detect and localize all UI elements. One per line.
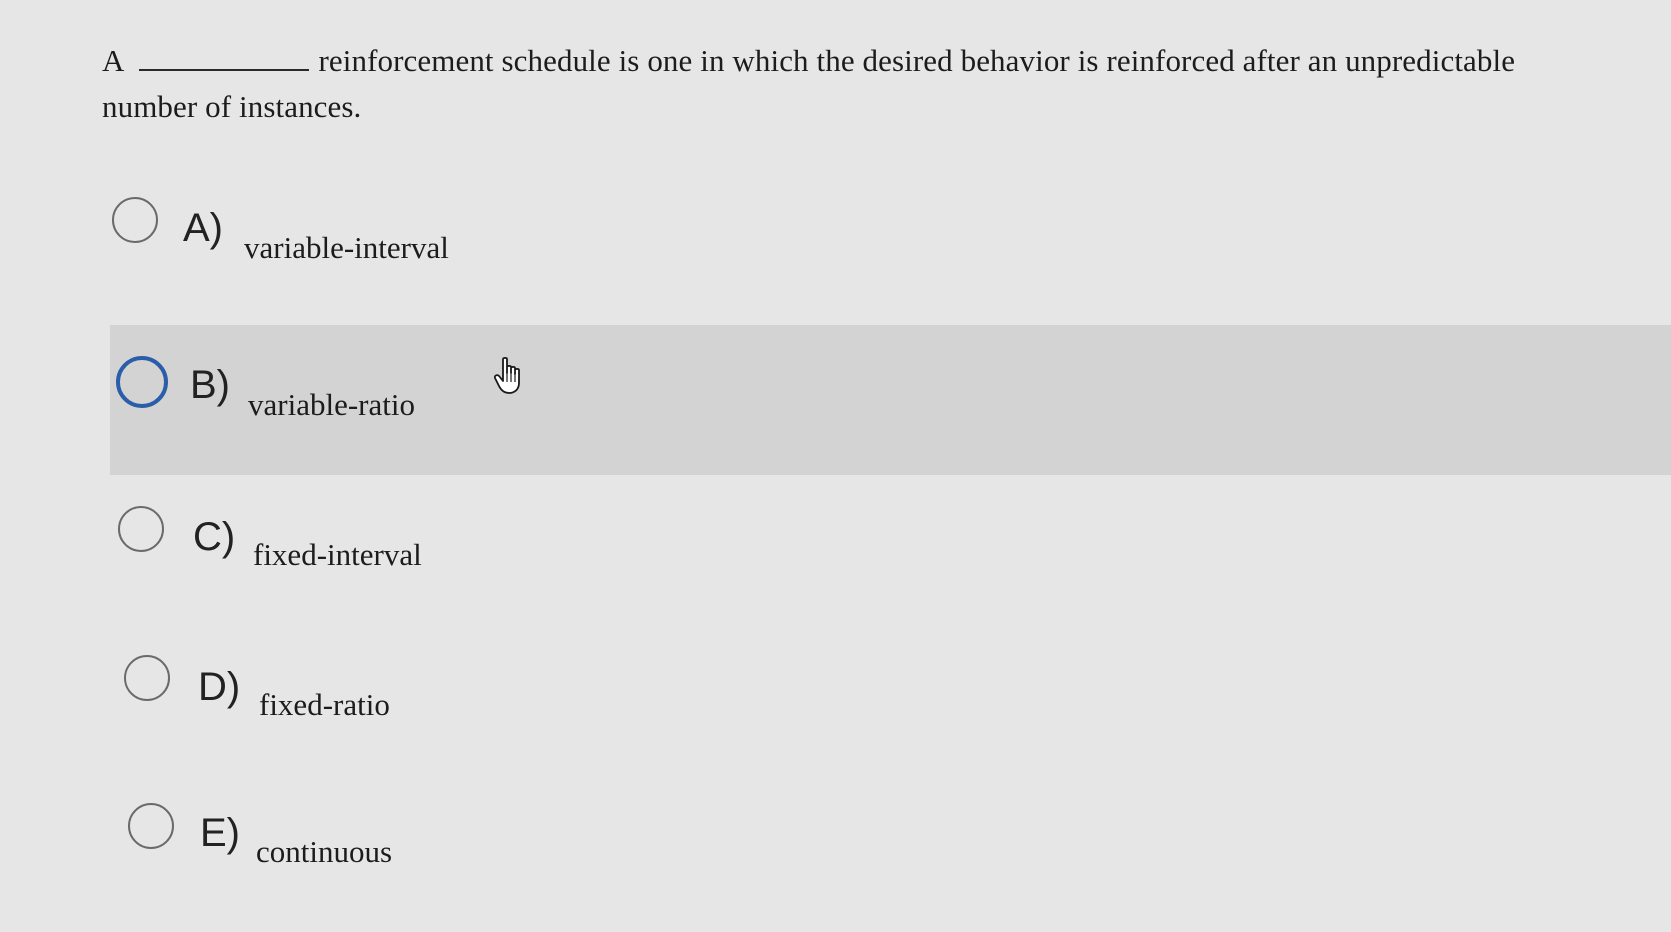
radio-button-c[interactable]	[118, 506, 164, 552]
option-a[interactable]: A) variable-interval	[0, 170, 600, 320]
option-d[interactable]: D) fixed-ratio	[0, 635, 600, 785]
option-c-label: fixed-interval	[253, 537, 422, 572]
option-b-label: variable-ratio	[248, 387, 415, 422]
radio-button-a[interactable]	[112, 197, 158, 243]
answer-blank	[138, 45, 309, 71]
option-b-letter: B)	[190, 363, 230, 407]
question-line-1-text: reinforcement schedule is one in which t…	[318, 43, 1516, 78]
option-e-label: continuous	[256, 834, 393, 869]
option-a-label: variable-interval	[244, 230, 449, 265]
hand-pointer-icon	[494, 356, 520, 394]
option-c[interactable]: C) fixed-interval	[0, 485, 600, 635]
question-line-1: Areinforcement schedule is one in which …	[102, 38, 1602, 84]
radio-button-d[interactable]	[124, 655, 170, 701]
radio-button-b[interactable]	[116, 356, 168, 408]
question-prefix: A	[102, 43, 125, 78]
option-e[interactable]: E) continuous	[0, 782, 600, 932]
option-a-letter: A)	[183, 206, 223, 250]
option-b[interactable]: B) variable-ratio	[110, 325, 1671, 475]
option-d-letter: D)	[198, 665, 241, 709]
option-d-label: fixed-ratio	[259, 687, 390, 722]
option-e-letter: E)	[200, 811, 240, 855]
question-line-2: number of instances.	[102, 89, 362, 124]
question-text: Areinforcement schedule is one in which …	[102, 38, 1602, 130]
radio-button-e[interactable]	[128, 803, 174, 849]
option-c-letter: C)	[193, 515, 236, 559]
